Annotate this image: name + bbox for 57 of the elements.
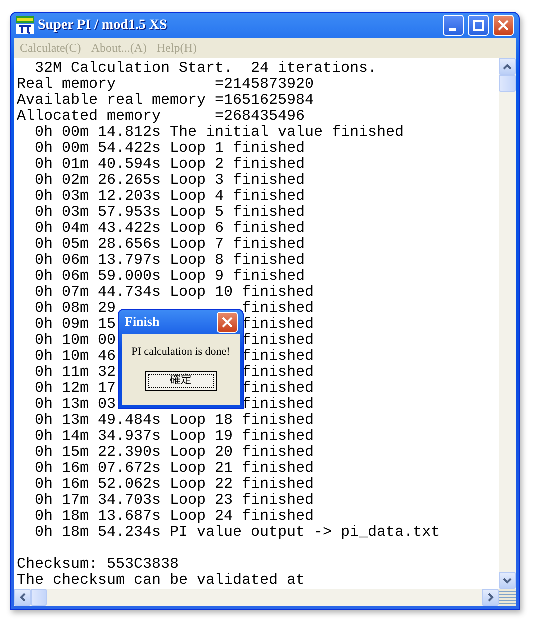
log-line: 0h 12m 17	[34, 380, 116, 397]
log-line: 0h 10m 00	[34, 332, 116, 349]
log-line: finished	[242, 349, 314, 365]
log-line: 0h 00m 54.422s Loop 1 finished	[34, 141, 306, 157]
resize-grip[interactable]	[499, 589, 516, 606]
log-line: finished	[242, 397, 314, 413]
scroll-thumb[interactable]	[499, 75, 516, 92]
log-line: 32M Calculation Start. 24 iterations.	[34, 61, 378, 77]
log-line: finished	[242, 317, 314, 333]
log-line: 0h 15m 22.390s Loop 20 finished	[34, 445, 314, 461]
log-line: 0h 09m 15	[34, 316, 116, 333]
log-line: 0h 08m 29	[34, 300, 116, 317]
log-line: 0h 18m 13.687s Loop 24 finished	[34, 509, 314, 525]
log-line: 0h 13m 03	[34, 396, 116, 413]
log-line: 0h 03m 12.203s Loop 4 finished	[34, 189, 306, 205]
log-line: 0h 01m 40.594s Loop 2 finished	[34, 157, 306, 173]
log-line: 0h 06m 13.797s Loop 8 finished	[34, 253, 306, 269]
log-line: 0h 00m 14.812s The initial value finished	[34, 125, 404, 141]
log-line: 0h 07m 44.734s Loop 10 finished	[34, 285, 314, 301]
log-line: Available real memory =1651625984	[17, 93, 314, 109]
log-line: Real memory =2145873920	[17, 77, 314, 93]
log-line: 0h 14m 34.937s Loop 19 finished	[34, 429, 314, 445]
log-line: 0h 16m 52.062s Loop 22 finished	[34, 477, 314, 493]
log-line: 0h 16m 07.672s Loop 21 finished	[34, 461, 314, 477]
app-icon	[16, 16, 34, 34]
log-line: The checksum can be validated at	[17, 573, 306, 589]
log-line: finished	[242, 365, 314, 381]
log-line: 0h 18m 54.234s PI value output -> pi_data.txt	[34, 525, 440, 541]
scroll-thumb[interactable]	[31, 589, 47, 606]
minimize-button[interactable]	[443, 14, 464, 36]
log-line: Checksum: 553C3838	[17, 557, 180, 573]
window-title: Super PI / mod1.5 XS	[38, 16, 168, 35]
log-line: 0h 05m 28.656s Loop 7 finished	[34, 237, 306, 253]
log-line: Allocated memory =268435496	[17, 109, 306, 125]
log-line: 0h 13m 49.484s Loop 18 finished	[34, 413, 314, 429]
close-button[interactable]	[493, 14, 514, 36]
minimize-icon	[448, 28, 456, 31]
log-line: finished	[242, 333, 314, 349]
log-line: 0h 10m 46	[34, 348, 116, 365]
vertical-scrollbar[interactable]	[499, 58, 516, 589]
log-line: 0h 06m 59.000s Loop 9 finished	[34, 269, 306, 285]
log-line: 0h 11m 32	[34, 364, 116, 381]
dialog-message: PI calculation is done!	[132, 345, 230, 360]
dialog-title: Finish	[125, 313, 160, 332]
maximize-icon	[473, 20, 484, 31]
dialog-close-button[interactable]	[217, 312, 238, 332]
log-line: 0h 04m 43.422s Loop 6 finished	[34, 221, 306, 237]
ok-button[interactable]: 確定	[145, 370, 217, 390]
close-icon	[222, 316, 233, 328]
log-line: 0h 03m 57.953s Loop 5 finished	[34, 205, 306, 221]
horizontal-scrollbar[interactable]	[14, 589, 499, 606]
log-line: finished	[242, 301, 314, 317]
log-line: finished	[242, 381, 314, 397]
log-line: 0h 17m 34.703s Loop 23 finished	[34, 493, 314, 509]
close-icon	[498, 20, 509, 31]
maximize-button[interactable]	[468, 14, 489, 36]
log-line: 0h 02m 26.265s Loop 3 finished	[34, 173, 306, 189]
